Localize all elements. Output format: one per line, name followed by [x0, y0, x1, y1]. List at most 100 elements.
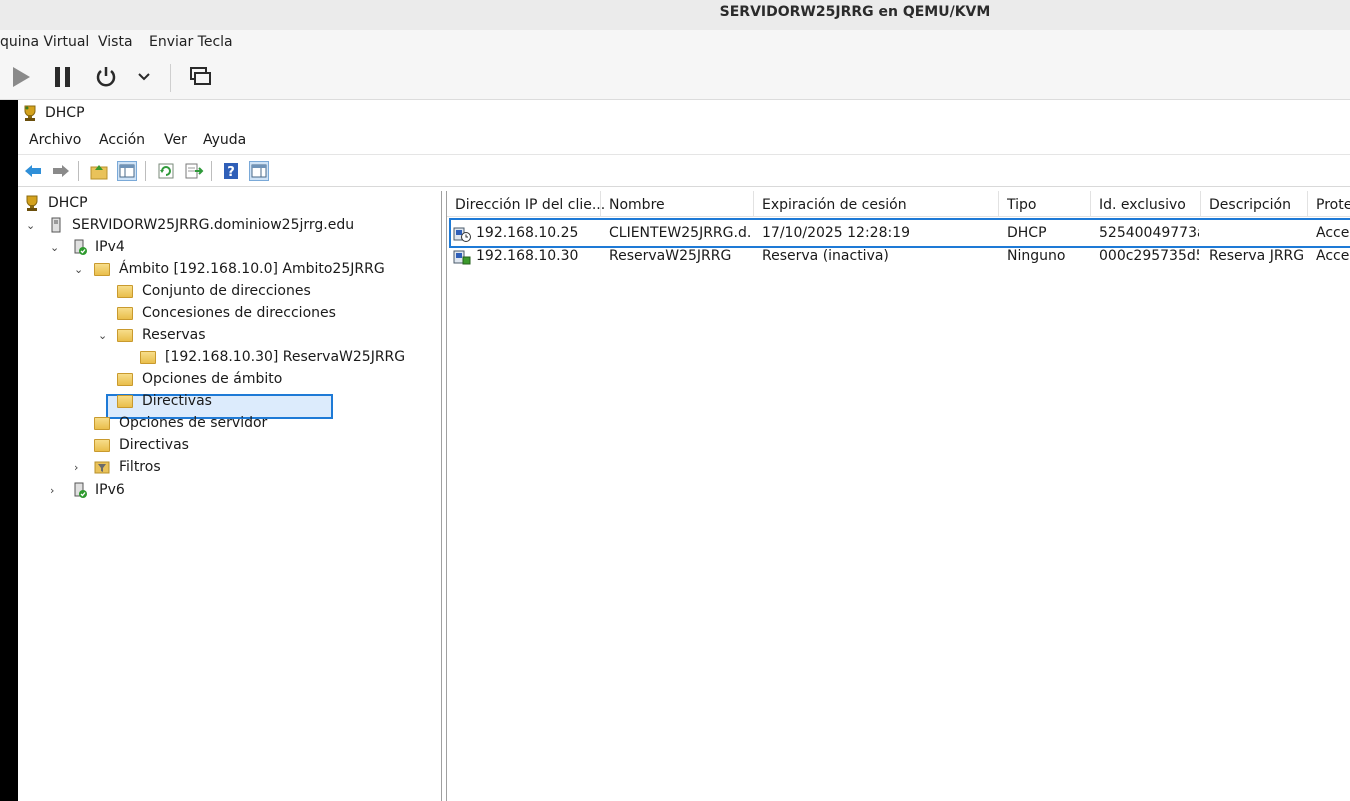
tree-label: Directivas: [142, 393, 212, 409]
menu-accion[interactable]: Acción: [99, 132, 145, 148]
host-menu-send-key[interactable]: Enviar Tecla: [149, 34, 233, 50]
dhcp-menu-bar: Archivo Acción Ver Ayuda: [18, 128, 1350, 155]
dhcp-trophy-icon: [24, 105, 36, 121]
up-one-level-button[interactable]: [89, 161, 109, 181]
ipv6-server-icon: [74, 482, 87, 498]
arrow-right-icon: [53, 165, 69, 177]
tree-node-policies[interactable]: Directivas: [18, 436, 438, 456]
cell-type: Ninguno: [1007, 248, 1066, 264]
host-title-bar: SERVIDORW25JRRG en QEMU/KVM: [0, 0, 1350, 31]
tree-label: [192.168.10.30] ReservaW25JRRG: [165, 349, 406, 365]
tree-node-reservations[interactable]: ⌄ Reservas: [18, 326, 438, 346]
tree-node-ipv6[interactable]: › IPv6: [18, 481, 438, 501]
column-header-type[interactable]: Tipo: [999, 191, 1091, 217]
column-header-label: Descripción: [1209, 197, 1291, 213]
chevron-right-icon[interactable]: ›: [74, 461, 86, 474]
tree-label: SERVIDORW25JRRG.dominiow25jrrg.edu: [72, 217, 355, 233]
host-menu-view[interactable]: Vista: [98, 34, 133, 50]
export-list-icon: [185, 163, 204, 179]
cell-type: DHCP: [1007, 225, 1047, 241]
dhcp-console-window: DHCP Archivo Acción Ver Ayuda ? DHCP ⌄ S…: [18, 100, 1350, 801]
menu-ver[interactable]: Ver: [164, 132, 187, 148]
show-hide-console-tree-button[interactable]: [117, 161, 137, 181]
screenshot-button[interactable]: [187, 64, 213, 90]
column-header-label: Nombre: [609, 197, 665, 213]
tree-label: DHCP: [48, 195, 88, 211]
help-button[interactable]: ?: [221, 161, 241, 181]
console-tree-icon: [119, 164, 135, 178]
export-list-button[interactable]: [184, 161, 204, 181]
power-button[interactable]: [93, 64, 119, 90]
help-icon: ?: [224, 163, 238, 180]
forward-button[interactable]: [51, 161, 71, 181]
cell-client-ip: 192.168.10.30: [476, 248, 579, 264]
action-pane-icon: [251, 164, 267, 178]
chevron-right-icon[interactable]: ›: [50, 484, 62, 497]
column-header-label: Prote: [1316, 197, 1350, 213]
play-icon: [13, 67, 30, 87]
tree-node-scope[interactable]: ⌄ Ámbito [192.168.10.0] Ambito25JRRG: [18, 260, 438, 280]
tree-node-server-options[interactable]: Opciones de servidor: [18, 414, 438, 434]
tree-label: IPv4: [95, 239, 125, 255]
server-icon: [51, 217, 61, 233]
tree-label: Conjunto de direcciones: [142, 283, 311, 299]
chevron-down-icon[interactable]: ⌄: [74, 263, 86, 276]
scope-options-folder-icon: [117, 373, 133, 386]
column-header-label: Expiración de cesión: [762, 197, 907, 213]
pause-icon: [55, 67, 70, 87]
column-header-lease-expiration[interactable]: Expiración de cesión: [754, 191, 999, 217]
tree-label: Ámbito [192.168.10.0] Ambito25JRRG: [119, 261, 385, 277]
refresh-button[interactable]: [156, 161, 176, 181]
reservations-folder-icon: [117, 329, 133, 342]
power-menu-dropdown[interactable]: [134, 64, 154, 90]
host-menu-virtual-machine[interactable]: quina Virtual: [0, 34, 89, 50]
menu-archivo[interactable]: Archivo: [29, 132, 81, 148]
chevron-down-icon[interactable]: ⌄: [26, 219, 38, 232]
arrow-left-icon: [25, 165, 41, 177]
tree-label: Directivas: [119, 437, 189, 453]
tree-node-scope-options[interactable]: Opciones de ámbito: [18, 370, 438, 390]
dhcp-title-bar: DHCP: [18, 100, 1350, 126]
column-header-name[interactable]: Nombre: [601, 191, 754, 217]
tree-node-dhcp[interactable]: DHCP: [18, 194, 438, 214]
cell-protection: Acces: [1316, 225, 1350, 241]
tree-node-server[interactable]: ⌄ SERVIDORW25JRRG.dominiow25jrrg.edu: [18, 216, 438, 236]
tree-node-filters[interactable]: › Filtros: [18, 458, 438, 478]
tree-node-reservation-item[interactable]: [192.168.10.30] ReservaW25JRRG: [18, 348, 438, 368]
column-header-client-ip[interactable]: Dirección IP del clie...: [447, 191, 605, 217]
filter-icon: [94, 461, 110, 474]
pause-button[interactable]: [50, 64, 76, 90]
show-hide-action-pane-button[interactable]: [249, 161, 269, 181]
folder-up-icon: [90, 165, 108, 180]
menu-ayuda[interactable]: Ayuda: [203, 132, 246, 148]
table-row[interactable]: 192.168.10.25 CLIENTEW25JRRG.d... 17/10/…: [447, 223, 1350, 245]
policies-folder-icon: [117, 395, 133, 408]
cell-client-ip: 192.168.10.25: [476, 225, 579, 241]
column-header-description[interactable]: Descripción: [1201, 191, 1308, 217]
chevron-down-icon[interactable]: ⌄: [98, 329, 110, 342]
policies-folder-icon: [94, 439, 110, 452]
chevron-down-icon[interactable]: ⌄: [50, 241, 62, 254]
back-button[interactable]: [23, 161, 43, 181]
cell-unique-id: 000c295735d5: [1099, 248, 1199, 264]
ipv4-server-icon: [74, 239, 87, 255]
run-button[interactable]: [8, 64, 34, 90]
cell-name: CLIENTEW25JRRG.d...: [609, 225, 752, 241]
column-header-label: Dirección IP del clie...: [455, 197, 606, 213]
tree-label: Filtros: [119, 459, 161, 475]
tree-node-address-leases[interactable]: Concesiones de direcciones: [18, 304, 438, 324]
tree-node-address-pool[interactable]: Conjunto de direcciones: [18, 282, 438, 302]
address-pool-folder-icon: [117, 285, 133, 298]
cell-protection: Acces: [1316, 248, 1350, 264]
tree-node-ipv4[interactable]: ⌄ IPv4: [18, 238, 438, 258]
column-header-protection[interactable]: Prote: [1308, 191, 1350, 217]
table-row[interactable]: 192.168.10.30 ReservaW25JRRG Reserva (in…: [447, 246, 1350, 268]
column-header-label: Tipo: [1007, 197, 1037, 213]
toolbar-separator: [78, 161, 79, 181]
column-header-label: Id. exclusivo: [1099, 197, 1186, 213]
leases-list-view: Dirección IP del clie... Nombre Expiraci…: [446, 191, 1350, 801]
power-icon: [96, 67, 116, 87]
tree-label: Reservas: [142, 327, 206, 343]
tree-node-scope-policies[interactable]: Directivas: [18, 392, 438, 412]
column-header-unique-id[interactable]: Id. exclusivo: [1091, 191, 1201, 217]
